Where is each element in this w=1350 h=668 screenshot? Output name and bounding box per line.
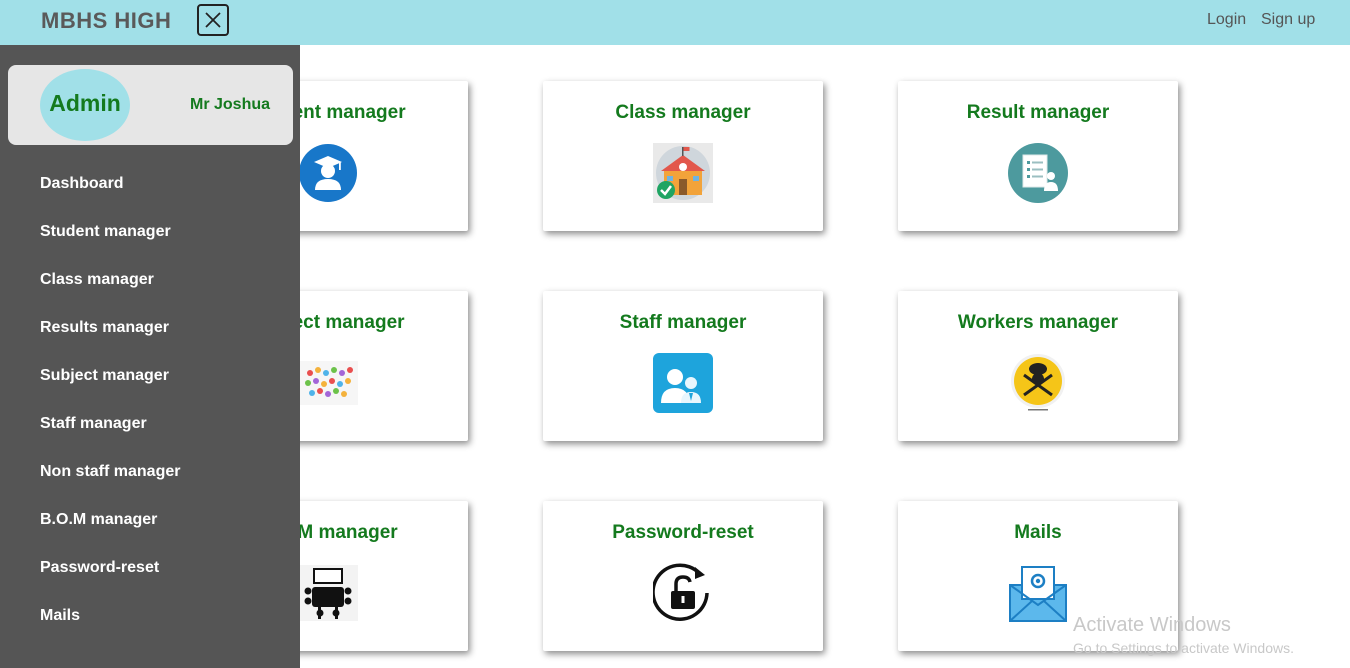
close-sidebar-button[interactable]: [197, 4, 229, 36]
staff-icon: [653, 353, 713, 413]
sidebar-item-non-staff-manager[interactable]: Non staff manager: [40, 463, 180, 481]
card-workers-manager[interactable]: Workers manager: [898, 291, 1178, 441]
graduate-icon: [299, 144, 357, 202]
card-title: Mails: [1014, 522, 1062, 543]
sidebar: Admin Mr Joshua Dashboard Student manage…: [0, 45, 300, 668]
card-password-reset[interactable]: Password-reset: [543, 501, 823, 651]
sidebar-item-student-manager[interactable]: Student manager: [40, 223, 171, 241]
chef-icon: [1011, 354, 1065, 411]
card-title: Class manager: [615, 102, 751, 123]
board-meeting-icon: [298, 565, 358, 621]
login-link[interactable]: Login: [1207, 11, 1246, 29]
mail-icon: [1009, 566, 1067, 622]
card-title: Staff manager: [619, 312, 747, 333]
profile-role: Admin: [49, 90, 121, 116]
sidebar-item-class-manager[interactable]: Class manager: [40, 271, 154, 289]
signup-link[interactable]: Sign up: [1261, 11, 1315, 29]
school-building-icon: [653, 143, 713, 203]
activation-watermark-title: Activate Windows: [1073, 614, 1231, 636]
sidebar-item-mails[interactable]: Mails: [40, 607, 80, 625]
sidebar-item-results-manager[interactable]: Results manager: [40, 319, 169, 337]
sidebar-item-password-reset[interactable]: Password-reset: [40, 559, 159, 577]
card-staff-manager[interactable]: Staff manager: [543, 291, 823, 441]
card-result-manager[interactable]: Result manager: [898, 81, 1178, 231]
top-navbar: MBHS HIGH Login Sign up: [0, 0, 1350, 45]
card-title: Workers manager: [957, 312, 1119, 333]
report-icon: [1008, 143, 1068, 203]
card-class-manager[interactable]: Class manager: [543, 81, 823, 231]
card-title: Password-reset: [612, 522, 754, 543]
brand-title[interactable]: MBHS HIGH: [41, 8, 171, 34]
unlock-icon: [653, 563, 709, 621]
sidebar-item-subject-manager[interactable]: Subject manager: [40, 367, 169, 385]
close-icon: [205, 12, 221, 28]
profile-panel: Admin Mr Joshua: [8, 65, 293, 145]
avatar[interactable]: Admin: [40, 69, 130, 141]
profile-name: Mr Joshua: [190, 96, 271, 113]
activation-watermark-subtitle: Go to Settings to activate Windows.: [1073, 640, 1294, 656]
subjects-icon: [298, 361, 358, 405]
sidebar-item-bom-manager[interactable]: B.O.M manager: [40, 511, 157, 529]
sidebar-item-staff-manager[interactable]: Staff manager: [40, 415, 147, 433]
card-title: Result manager: [966, 102, 1110, 123]
sidebar-item-dashboard[interactable]: Dashboard: [40, 175, 124, 193]
